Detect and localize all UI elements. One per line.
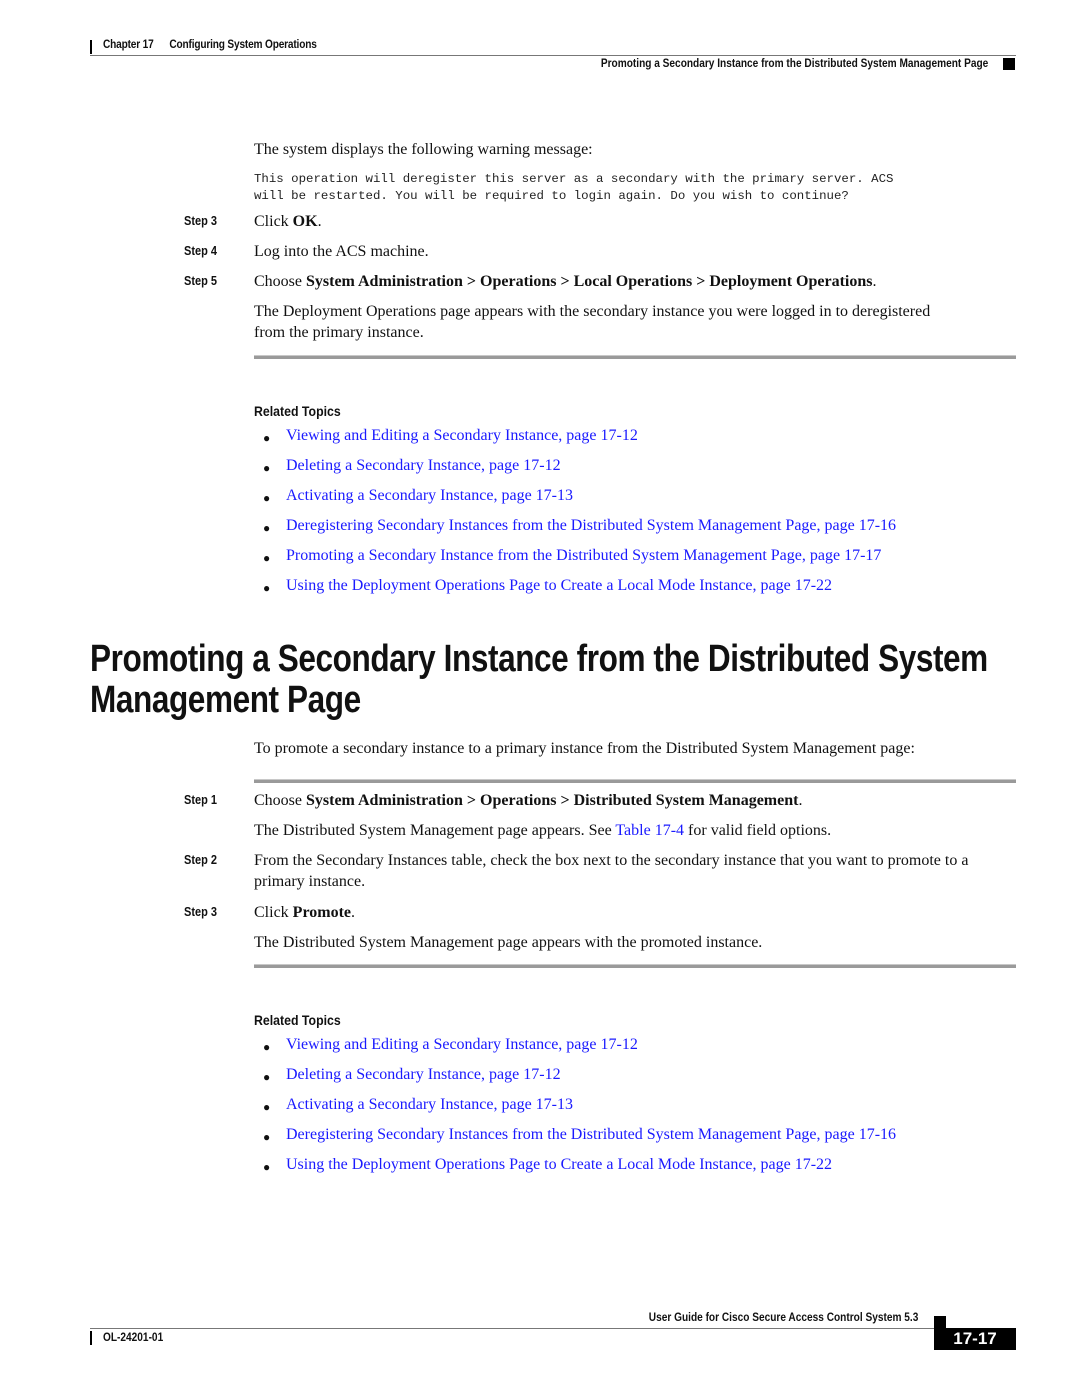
- section-heading-line-1: Promoting a Secondary Instance from the …: [90, 638, 988, 680]
- footer-bar: [90, 1331, 92, 1345]
- warning-intro: The system displays the following warnin…: [254, 141, 593, 158]
- related-link[interactable]: Deleting a Secondary Instance, page 17-1…: [286, 1066, 561, 1084]
- step-text: Choose System Administration > Operation…: [254, 273, 877, 290]
- ui-element-promote: Promote: [292, 904, 352, 921]
- chapter-number: Chapter 17: [103, 39, 154, 51]
- header-rule: [90, 55, 1016, 56]
- header-section-title: Promoting a Secondary Instance from the …: [600, 58, 988, 70]
- step-label: Step 5: [184, 274, 218, 288]
- step-label: Step 1: [184, 793, 218, 807]
- bullet-icon: ●: [263, 1040, 271, 1054]
- bullet-icon: ●: [263, 491, 271, 505]
- header-bar: [90, 40, 92, 54]
- footer-square-marker: [934, 1316, 946, 1328]
- related-topics-title: Related Topics: [254, 1012, 341, 1028]
- related-link[interactable]: Deleting a Secondary Instance, page 17-1…: [286, 457, 561, 475]
- step-text: Click Promote.: [254, 904, 356, 921]
- section-heading-line-2: Management Page: [90, 679, 361, 721]
- related-link[interactable]: Using the Deployment Operations Page to …: [286, 577, 832, 595]
- related-link[interactable]: Activating a Secondary Instance, page 17…: [286, 1096, 573, 1114]
- section-divider: [254, 779, 1016, 783]
- section-divider: [254, 964, 1016, 968]
- menu-path: System Administration > Operations > Dis…: [306, 792, 799, 809]
- related-link[interactable]: Viewing and Editing a Secondary Instance…: [286, 1036, 638, 1054]
- page-number-badge: 17-17: [934, 1328, 1016, 1350]
- table-reference-link[interactable]: Table 17-4: [615, 822, 684, 839]
- related-link[interactable]: Deregistering Secondary Instances from t…: [286, 1126, 896, 1144]
- ui-element-ok: OK: [292, 213, 318, 230]
- menu-path: System Administration > Operations > Loc…: [306, 273, 873, 290]
- bullet-icon: ●: [263, 461, 271, 475]
- step-label: Step 3: [184, 214, 218, 228]
- step-text: Choose System Administration > Operation…: [254, 792, 803, 809]
- step5-result: The Deployment Operations page appears w…: [254, 303, 931, 341]
- footer-guide-title: User Guide for Cisco Secure Access Contr…: [648, 1312, 918, 1324]
- bullet-icon: ●: [263, 581, 271, 595]
- warning-line-2: will be restarted. You will be required …: [254, 189, 849, 203]
- bullet-icon: ●: [263, 1100, 271, 1114]
- step-label: Step 2: [184, 853, 218, 867]
- bullet-icon: ●: [263, 1130, 271, 1144]
- warning-line-1: This operation will deregister this serv…: [254, 172, 894, 186]
- bullet-icon: ●: [263, 521, 271, 535]
- header-square-marker: [1003, 58, 1015, 70]
- section-intro: To promote a secondary instance to a pri…: [254, 740, 915, 757]
- header-chapter: Chapter 17 Configuring System Operations: [103, 39, 317, 51]
- step3-result: The Distributed System Management page a…: [254, 934, 763, 951]
- related-link[interactable]: Deregistering Secondary Instances from t…: [286, 517, 896, 535]
- related-topics-title: Related Topics: [254, 403, 341, 419]
- related-link[interactable]: Promoting a Secondary Instance from the …: [286, 547, 881, 565]
- step-text: Click OK.: [254, 213, 322, 230]
- footer-doc-number: OL-24201-01: [103, 1332, 164, 1344]
- step-text: Log into the ACS machine.: [254, 243, 429, 260]
- related-link[interactable]: Viewing and Editing a Secondary Instance…: [286, 427, 638, 445]
- related-link[interactable]: Using the Deployment Operations Page to …: [286, 1156, 832, 1174]
- related-link[interactable]: Activating a Secondary Instance, page 17…: [286, 487, 573, 505]
- bullet-icon: ●: [263, 1160, 271, 1174]
- step1-result: The Distributed System Management page a…: [254, 822, 832, 839]
- step-label: Step 4: [184, 244, 218, 258]
- bullet-icon: ●: [263, 551, 271, 565]
- step-label: Step 3: [184, 905, 218, 919]
- bullet-icon: ●: [263, 1070, 271, 1084]
- section-divider: [254, 355, 1016, 359]
- bullet-icon: ●: [263, 431, 271, 445]
- step-text: From the Secondary Instances table, chec…: [254, 852, 969, 890]
- footer-rule: [90, 1328, 936, 1329]
- chapter-title: Configuring System Operations: [169, 39, 317, 51]
